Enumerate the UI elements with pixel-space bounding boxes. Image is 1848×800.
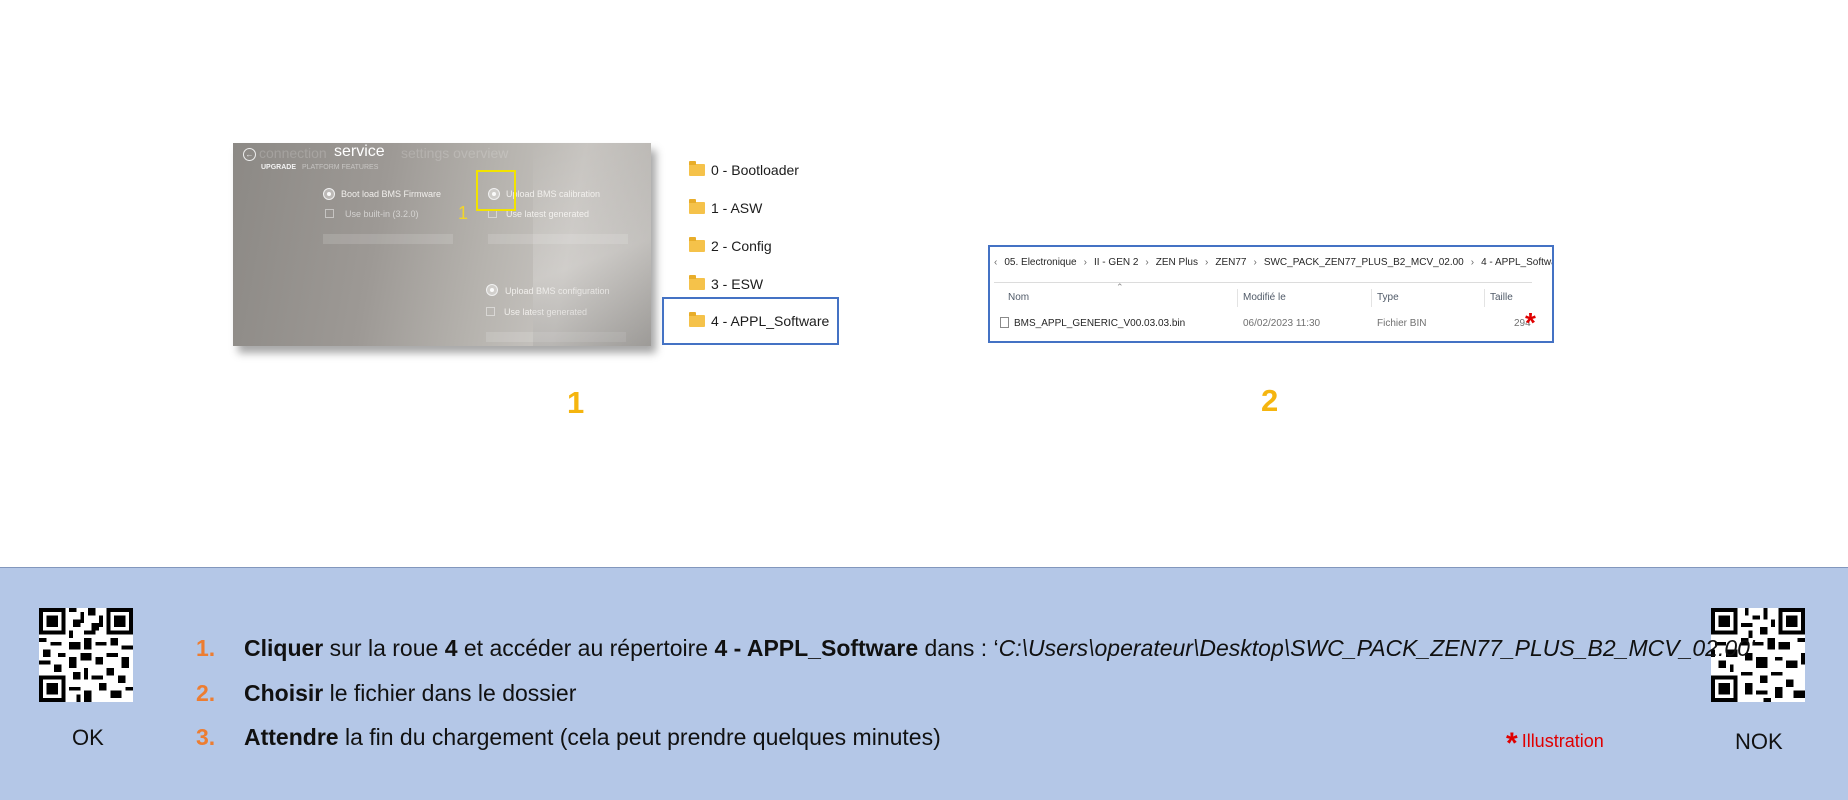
bootload-field xyxy=(323,234,453,244)
option-configuration-label: Upload BMS configuration xyxy=(505,286,610,296)
tab-platform-features: PLATFORM FEATURES xyxy=(302,164,379,171)
file-explorer-window: ‹ 05. Electronique › II - GEN 2 › ZEN Pl… xyxy=(988,245,1554,343)
step-label-1: 1 xyxy=(567,385,585,420)
breadcrumb-item[interactable]: 05. Electronique xyxy=(1004,257,1076,268)
step-text: le fichier dans le dossier xyxy=(323,680,577,706)
nav-connection: connection xyxy=(259,145,327,161)
appl-software-highlight-box xyxy=(662,297,839,345)
chevron-right-icon: › xyxy=(1205,257,1209,268)
step-number: 1. xyxy=(196,635,216,661)
checkbox-latest-configuration xyxy=(486,307,495,316)
nav-settings: settings overview xyxy=(401,145,509,161)
step-number: 3. xyxy=(196,724,216,750)
file-modified: 06/02/2023 11:30 xyxy=(1243,318,1321,329)
back-arrow-icon: ← xyxy=(243,148,256,161)
radio-configuration xyxy=(486,284,498,296)
option-bootload-label: Boot load BMS Firmware xyxy=(341,189,442,199)
divider xyxy=(994,282,1532,283)
folder-config[interactable]: 2 - Config xyxy=(689,237,772,254)
step-folder-name: 4 - APPL_Software xyxy=(714,635,919,661)
column-divider[interactable] xyxy=(1371,289,1372,307)
folder-label: 1 - ASW xyxy=(711,200,763,216)
folder-icon xyxy=(689,237,705,252)
column-name[interactable]: Nom xyxy=(1008,292,1029,303)
chevron-right-icon: › xyxy=(1083,257,1087,268)
step-verb: Cliquer xyxy=(244,635,324,661)
bms-screen-photo: ← connection service settings overview U… xyxy=(233,143,651,346)
configuration-field xyxy=(486,332,626,342)
breadcrumb-item[interactable]: II - GEN 2 xyxy=(1094,257,1138,268)
chevron-right-icon: › xyxy=(1253,257,1257,268)
folder-label: 2 - Config xyxy=(711,238,772,254)
column-modified[interactable]: Modifié le xyxy=(1243,292,1286,303)
tab-upgrade: UPGRADE xyxy=(261,164,297,171)
illustration-label: Illustration xyxy=(1521,731,1604,751)
folder-icon xyxy=(689,275,705,290)
folder-bootloader[interactable]: 0 - Bootloader xyxy=(689,161,799,178)
calibration-highlight-box xyxy=(476,170,516,211)
folder-icon xyxy=(689,199,705,214)
step-text: sur la roue xyxy=(323,635,445,661)
folder-esw[interactable]: 3 - ESW xyxy=(689,275,764,292)
qr-ok-label: OK xyxy=(72,725,104,750)
breadcrumb-item[interactable]: 4 - APPL_Software xyxy=(1481,257,1552,268)
step-verb: Attendre xyxy=(244,724,339,750)
asterisk-icon: * xyxy=(1506,727,1518,760)
option-builtin-label: Use built-in (3.2.0) xyxy=(345,209,419,219)
checkbox-builtin xyxy=(325,209,334,218)
sort-caret-icon: ⌃ xyxy=(1116,282,1124,292)
illustration-note: * Illustration xyxy=(1506,727,1604,761)
step-number: 2. xyxy=(196,680,216,706)
instruction-step-3: 3. Attendre la fin du chargement (cela pe… xyxy=(196,724,941,751)
breadcrumb-item[interactable]: SWC_PACK_ZEN77_PLUS_B2_MCV_02.00 xyxy=(1264,257,1464,268)
calibration-field xyxy=(488,234,628,244)
step-text: et accéder au répertoire xyxy=(457,635,715,661)
breadcrumb-item[interactable]: ZEN77 xyxy=(1215,257,1246,268)
file-name[interactable]: BMS_APPL_GENERIC_V00.03.03.bin xyxy=(1014,318,1185,329)
breadcrumb-item[interactable]: ZEN Plus xyxy=(1156,257,1198,268)
instruction-step-2: 2. Choisir le fichier dans le dossier xyxy=(196,680,576,707)
step-text: la fin du chargement (cela peut prendre … xyxy=(338,724,941,750)
qr-code-ok[interactable] xyxy=(39,608,133,702)
instruction-step-1: 1. Cliquer sur la roue 4 et accéder au ré… xyxy=(196,635,1755,662)
chevron-left-icon[interactable]: ‹ xyxy=(994,257,997,268)
file-icon xyxy=(1000,317,1009,328)
folder-icon xyxy=(689,161,705,176)
column-size[interactable]: Taille xyxy=(1490,292,1513,303)
step-bold-number: 4 xyxy=(444,635,458,661)
column-divider[interactable] xyxy=(1484,289,1485,307)
step-text: dans : ‘ xyxy=(918,635,999,661)
folder-label: 0 - Bootloader xyxy=(711,162,799,178)
file-type: Fichier BIN xyxy=(1377,318,1427,329)
nav-service-title: service xyxy=(334,143,385,160)
qr-nok-label: NOK xyxy=(1735,729,1783,754)
chevron-right-icon: › xyxy=(1470,257,1475,268)
column-type[interactable]: Type xyxy=(1377,292,1399,303)
illustration-star-icon: * xyxy=(1525,307,1536,338)
breadcrumb: ‹ 05. Electronique › II - GEN 2 › ZEN Pl… xyxy=(994,257,1552,268)
option-calibration-label: Upload BMS calibration xyxy=(506,189,601,199)
step-label-2: 2 xyxy=(1261,383,1279,418)
radio-bootload xyxy=(323,188,335,200)
folder-asw[interactable]: 1 - ASW xyxy=(689,199,763,216)
option-latest-label-2: Use latest generated xyxy=(504,307,588,317)
option-latest-label-1: Use latest generated xyxy=(506,209,590,219)
folder-label: 3 - ESW xyxy=(711,276,764,292)
step-verb: Choisir xyxy=(244,680,324,706)
column-divider[interactable] xyxy=(1237,289,1238,307)
highlight-number: 1 xyxy=(458,203,469,223)
chevron-right-icon: › xyxy=(1145,257,1149,268)
step-path: C:\Users\operateur\Desktop\SWC_PACK_ZEN7… xyxy=(998,635,1756,661)
